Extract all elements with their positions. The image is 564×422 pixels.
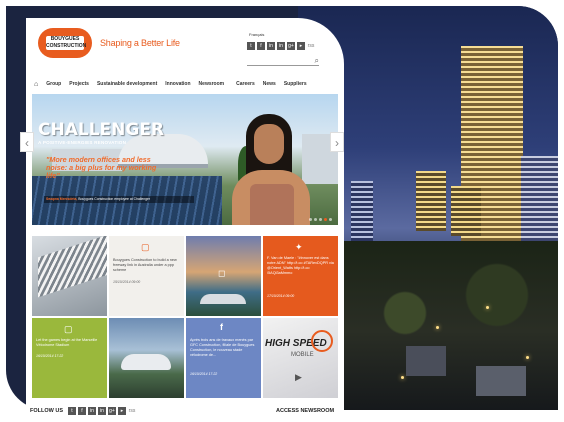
caption-name: Swapna Menisdeta, bbox=[46, 197, 78, 201]
nav-item-innovation[interactable]: Innovation bbox=[165, 81, 190, 87]
rss-icon[interactable]: rss bbox=[307, 42, 315, 50]
hero-person bbox=[228, 114, 314, 225]
house bbox=[476, 366, 526, 396]
nav-item-suppliers[interactable]: Suppliers bbox=[284, 81, 307, 87]
instagram-icon: ◻ bbox=[218, 268, 226, 278]
caption-text: Bouygues Construction employee at Challe… bbox=[77, 197, 151, 201]
viadeo-icon[interactable]: in bbox=[277, 42, 285, 50]
youtube-icon[interactable]: ▸ bbox=[297, 42, 305, 50]
tile-speed-sub: MOBILE bbox=[291, 352, 314, 358]
carousel-next-button[interactable]: › bbox=[330, 132, 344, 152]
hero-caption: Swapna Menisdeta, Bouygues Construction … bbox=[46, 197, 150, 201]
search-icon[interactable]: ⌕ bbox=[315, 56, 319, 65]
tile-facebook[interactable]: f Après trois ans de travaux menés par G… bbox=[186, 318, 261, 398]
play-icon: ▶ bbox=[295, 372, 302, 382]
main-nav: ⌂ Group Projects Sustainable development… bbox=[26, 76, 344, 92]
carousel-dots bbox=[309, 218, 332, 221]
tile-news-text: Bouygues Construction to build a new fre… bbox=[113, 258, 177, 272]
google-plus-icon[interactable]: g+ bbox=[287, 42, 295, 50]
carousel-dot[interactable] bbox=[319, 218, 322, 221]
youtube-icon[interactable]: ▸ bbox=[118, 407, 126, 415]
tile-news[interactable]: ▢ Bouygues Construction to build a new f… bbox=[109, 236, 184, 316]
carousel-dot-active[interactable] bbox=[324, 218, 327, 221]
twitter-icon: ✦ bbox=[295, 242, 303, 252]
linkedin-icon[interactable]: in bbox=[267, 42, 275, 50]
news-grid: ▢ Bouygues Construction to build a new f… bbox=[32, 236, 338, 400]
building bbox=[351, 181, 373, 241]
access-newsroom-link[interactable]: ACCESS NEWSROOM bbox=[276, 408, 334, 414]
tile-facebook-text: Après trois ans de travaux menés par GFC… bbox=[190, 338, 255, 357]
tile-twitter[interactable]: ✦ F. Van de Maele : "#innover est dans n… bbox=[263, 236, 338, 316]
rss-icon[interactable]: rss bbox=[128, 407, 136, 415]
social-links-top: t f in in g+ ▸ rss bbox=[247, 42, 315, 50]
hero-title: CHALLENGER bbox=[38, 120, 165, 140]
facebook-icon[interactable]: f bbox=[257, 42, 265, 50]
search-input[interactable]: ⌕ bbox=[247, 56, 319, 66]
city-light bbox=[526, 356, 529, 359]
tile-velodrome[interactable]: ▢ Let the games begin at the Marseille V… bbox=[32, 318, 107, 398]
facebook-icon[interactable]: f bbox=[78, 407, 86, 415]
twitter-icon[interactable]: t bbox=[68, 407, 76, 415]
tile-high-speed[interactable]: HIGH SPEED MOBILE ▶ bbox=[263, 318, 338, 398]
site-header: BOUYGUES CONSTRUCTION Shaping a Better L… bbox=[26, 18, 344, 76]
hero-quote: "More modern offices and less noise: a b… bbox=[46, 155, 157, 180]
document-icon: ▢ bbox=[64, 324, 73, 334]
carousel-dot[interactable] bbox=[309, 218, 312, 221]
tile-twitter-date: 17/10/2014 09:00 bbox=[267, 294, 295, 298]
nav-item-sustainable-development[interactable]: Sustainable development bbox=[97, 81, 157, 87]
building bbox=[416, 171, 446, 231]
website-page: BOUYGUES CONSTRUCTION Shaping a Better L… bbox=[26, 18, 344, 422]
nav-item-projects[interactable]: Projects bbox=[69, 81, 89, 87]
tagline: Shaping a Better Life bbox=[100, 38, 180, 48]
logo-text: BOUYGUES CONSTRUCTION bbox=[46, 36, 87, 50]
city-light bbox=[486, 306, 489, 309]
building bbox=[451, 186, 481, 236]
tile-freeway-image[interactable] bbox=[32, 236, 107, 316]
hero-subtitle: A POSITIVE-ENERGIES RENOVATION bbox=[38, 140, 127, 145]
viadeo-icon[interactable]: in bbox=[98, 407, 106, 415]
language-link[interactable]: Français bbox=[249, 32, 264, 37]
tile-news-date: 15/10/2014 09:00 bbox=[113, 280, 141, 284]
city-light bbox=[401, 376, 404, 379]
carousel-dot[interactable] bbox=[329, 218, 332, 221]
tile-velodrome-text: Let the games begin at the Marseille Vél… bbox=[36, 338, 98, 347]
carousel-prev-button[interactable]: ‹ bbox=[20, 132, 34, 152]
tile-twitter-text: F. Van de Maele : "#innover est dans not… bbox=[267, 256, 334, 275]
building bbox=[521, 156, 558, 246]
follow-us-label: FOLLOW US bbox=[30, 408, 63, 414]
linkedin-icon[interactable]: in bbox=[88, 407, 96, 415]
city-light bbox=[436, 326, 439, 329]
tile-velodrome-date: 16/10/2014 17:22 bbox=[36, 354, 64, 358]
nav-item-newsroom[interactable]: Newsroom bbox=[199, 81, 225, 87]
facebook-icon: f bbox=[220, 322, 223, 332]
tile-facebook-date: 16/10/2014 17:22 bbox=[190, 372, 218, 376]
tile-stadium-image[interactable] bbox=[109, 318, 184, 398]
bouygues-logo[interactable]: BOUYGUES CONSTRUCTION bbox=[38, 28, 92, 58]
tile-instagram[interactable]: ◻ bbox=[186, 236, 261, 316]
site-footer: FOLLOW US t f in in g+ ▸ rss ACCESS NEWS… bbox=[26, 404, 344, 422]
hero-carousel[interactable]: CHALLENGER A POSITIVE-ENERGIES RENOVATIO… bbox=[32, 94, 338, 225]
google-plus-icon[interactable]: g+ bbox=[108, 407, 116, 415]
house bbox=[406, 346, 446, 376]
document-icon: ▢ bbox=[141, 242, 150, 252]
carousel-dot[interactable] bbox=[314, 218, 317, 221]
nav-item-news[interactable]: News bbox=[263, 81, 276, 87]
twitter-icon[interactable]: t bbox=[247, 42, 255, 50]
social-links-bottom: t f in in g+ ▸ rss bbox=[68, 407, 136, 415]
nav-item-group[interactable]: Group bbox=[46, 81, 61, 87]
home-icon[interactable]: ⌂ bbox=[34, 81, 38, 88]
nav-item-careers[interactable]: Careers bbox=[236, 81, 255, 87]
